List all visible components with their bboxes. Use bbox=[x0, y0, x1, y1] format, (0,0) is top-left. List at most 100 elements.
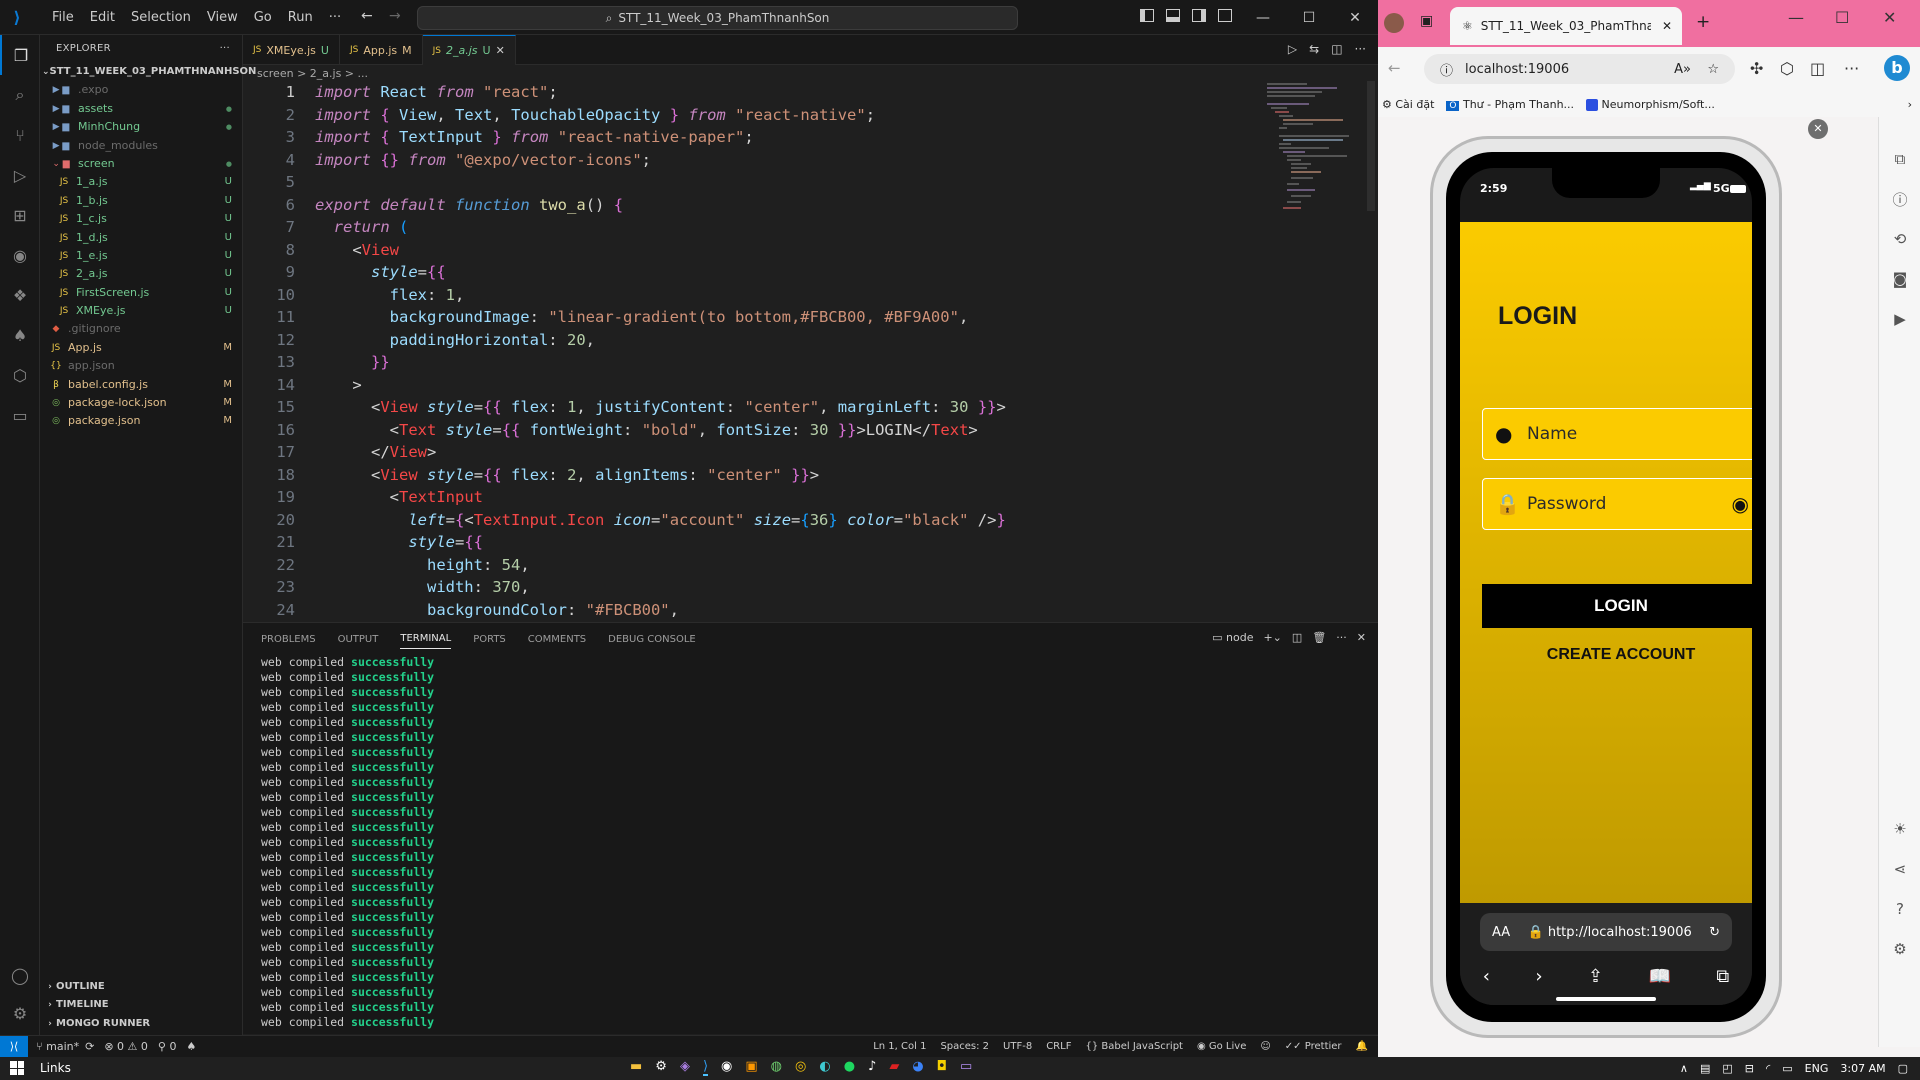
split-terminal-icon[interactable]: ◫ bbox=[1292, 631, 1302, 644]
reader-aa-button[interactable]: AA bbox=[1492, 925, 1510, 940]
run-file-icon[interactable]: ▷ bbox=[1288, 42, 1297, 56]
search-view-icon[interactable]: ⌕ bbox=[0, 75, 40, 115]
read-aloud-icon[interactable]: A» bbox=[1674, 62, 1691, 77]
editor-more-icon[interactable]: ··· bbox=[1355, 42, 1366, 56]
brightness-icon[interactable]: ☀ bbox=[1879, 809, 1920, 849]
battery-tray-icon[interactable]: ▭ bbox=[1782, 1062, 1792, 1075]
go-live[interactable]: ◉ Go Live bbox=[1197, 1041, 1246, 1052]
app-yellow-icon[interactable]: ◘ bbox=[937, 1059, 947, 1076]
close-panel-icon[interactable]: ✕ bbox=[1357, 631, 1366, 644]
section-timeline[interactable]: › TIMELINE bbox=[40, 996, 243, 1014]
copilot-bing-icon[interactable]: b bbox=[1884, 55, 1910, 81]
new-tab-icon[interactable]: + bbox=[1696, 12, 1710, 32]
wifi-icon[interactable]: ◜ bbox=[1766, 1062, 1770, 1075]
clock[interactable]: 3:07 AM bbox=[1840, 1062, 1885, 1075]
safari-forward-icon[interactable]: › bbox=[1535, 966, 1542, 987]
terminal-shell-selector[interactable]: ▭ node bbox=[1212, 631, 1253, 644]
favorites-overflow-icon[interactable]: › bbox=[1908, 98, 1912, 111]
name-input[interactable]: ● Name bbox=[1482, 408, 1752, 460]
safari-back-icon[interactable]: ‹ bbox=[1483, 966, 1490, 987]
tab-output[interactable]: OUTPUT bbox=[338, 634, 379, 645]
close-tab-icon[interactable]: ✕ bbox=[496, 44, 505, 57]
windows-start-icon[interactable] bbox=[10, 1061, 24, 1075]
folder-item[interactable]: ▶ ▆ node_modules bbox=[40, 137, 242, 155]
tray-chevron-icon[interactable]: ∧ bbox=[1680, 1062, 1688, 1075]
minimap[interactable] bbox=[1265, 81, 1365, 241]
fav-settings[interactable]: ⚙ Cài đặt bbox=[1382, 98, 1434, 111]
file-item[interactable]: JS FirstScreen.js U bbox=[40, 284, 242, 302]
menu-selection[interactable]: Selection bbox=[123, 0, 199, 35]
file-item[interactable]: JS 1_d.js U bbox=[40, 229, 242, 247]
browser-close-button[interactable]: ✕ bbox=[1883, 8, 1896, 27]
github-icon[interactable]: ◉ bbox=[0, 235, 40, 275]
nav-back-icon[interactable]: ← bbox=[361, 8, 373, 24]
close-button[interactable]: ✕ bbox=[1332, 0, 1378, 35]
file-item[interactable]: JS XMEye.js U bbox=[40, 302, 242, 320]
source-control-icon[interactable]: ⑂ bbox=[0, 115, 40, 155]
menu-run[interactable]: Run bbox=[280, 0, 321, 35]
toggle-panel-icon[interactable] bbox=[1166, 9, 1180, 22]
reload-icon[interactable]: ↻ bbox=[1709, 925, 1720, 940]
file-item[interactable]: ◎ package-lock.json M bbox=[40, 394, 242, 412]
settings-app-icon[interactable]: ⚙ bbox=[655, 1059, 667, 1076]
workspace-root[interactable]: ⌄ STT_11_WEEK_03_PHAMTHNANHSON bbox=[40, 63, 256, 81]
folder-item[interactable]: ▶ ▆ assets ● bbox=[40, 100, 242, 118]
back-arrow-icon[interactable]: ← bbox=[1388, 59, 1401, 77]
settings-more-icon[interactable]: ··· bbox=[1844, 59, 1859, 78]
chrome-icon[interactable]: ◎ bbox=[795, 1059, 806, 1076]
copilot-icon[interactable]: ☺ bbox=[1260, 1041, 1270, 1052]
password-input[interactable]: 🔒 Password ◉ bbox=[1482, 478, 1752, 530]
safari-address-bar[interactable]: AA 🔒 http://localhost:19006 ↻ bbox=[1480, 913, 1732, 951]
input-language[interactable]: ENG bbox=[1805, 1062, 1829, 1075]
address-bar[interactable]: ⓘ localhost:19006 A» ☆ bbox=[1424, 54, 1735, 84]
section-mongo-runner[interactable]: › MONGO RUNNER bbox=[40, 1015, 243, 1033]
split-editor-icon[interactable]: ◫ bbox=[1331, 42, 1342, 56]
new-terminal-icon[interactable]: +⌄ bbox=[1263, 631, 1281, 644]
file-explorer-icon[interactable]: ▬ bbox=[630, 1059, 642, 1076]
menu-edit[interactable]: Edit bbox=[82, 0, 123, 35]
menu-view[interactable]: View bbox=[199, 0, 246, 35]
visual-studio-icon[interactable]: ◈ bbox=[680, 1059, 690, 1076]
manage-gear-icon[interactable]: ⚙ bbox=[0, 993, 40, 1033]
explorer-icon[interactable]: ❐ bbox=[0, 35, 40, 75]
notification-center-icon[interactable]: ▢ bbox=[1898, 1062, 1908, 1075]
sync-icon[interactable]: ⟳ bbox=[85, 1040, 94, 1053]
tab-problems[interactable]: PROBLEMS bbox=[261, 634, 316, 645]
links-toolbar[interactable]: Links bbox=[40, 1061, 71, 1075]
panel-more-icon[interactable]: ··· bbox=[1336, 631, 1347, 644]
spotify-icon[interactable]: ● bbox=[844, 1059, 855, 1076]
file-item[interactable]: JS App.js M bbox=[40, 339, 242, 357]
tab-2a[interactable]: JS 2_a.js U ✕ bbox=[422, 35, 516, 65]
language-mode[interactable]: {} Babel JavaScript bbox=[1085, 1041, 1183, 1052]
problems-item[interactable]: ⊗ 0 ⚠ 0 bbox=[104, 1040, 148, 1053]
close-tab-icon[interactable]: ✕ bbox=[1662, 19, 1672, 33]
minimize-button[interactable]: — bbox=[1240, 0, 1286, 35]
toggle-secondary-sidebar-icon[interactable] bbox=[1192, 9, 1206, 22]
profile-avatar[interactable] bbox=[1384, 13, 1404, 33]
browser-tab-active[interactable]: ⚛ STT_11_Week_03_PhamThnanhS ✕ bbox=[1450, 7, 1682, 45]
tray-usb-icon[interactable]: ⊟ bbox=[1745, 1062, 1754, 1075]
menu-go[interactable]: Go bbox=[246, 0, 280, 35]
eye-icon[interactable]: ◉ bbox=[1732, 492, 1749, 516]
vscode-app-icon[interactable]: ⟩ bbox=[702, 1059, 709, 1076]
browser-minimize-button[interactable]: — bbox=[1788, 8, 1804, 27]
branch-item[interactable]: ⑂ main* bbox=[36, 1040, 79, 1053]
menu-file[interactable]: File bbox=[44, 0, 82, 35]
nav-forward-icon[interactable]: → bbox=[389, 8, 401, 24]
tab-app[interactable]: JS App.js M bbox=[340, 35, 423, 65]
notifications-bell-icon[interactable]: 🔔 bbox=[1356, 1041, 1368, 1052]
customize-layout-icon[interactable] bbox=[1218, 9, 1232, 22]
new-badge-icon[interactable]: ⧉ bbox=[1879, 139, 1920, 179]
terminal-output[interactable]: web compiled successfully web compiled su… bbox=[243, 655, 1378, 1030]
tab-terminal[interactable]: TERMINAL bbox=[400, 629, 452, 649]
file-item[interactable]: β babel.config.js M bbox=[40, 376, 242, 394]
file-item[interactable]: {} app.json bbox=[40, 357, 242, 375]
folder-item[interactable]: ▶ ▆ MinhChung ● bbox=[40, 118, 242, 136]
accounts-icon[interactable]: ◯ bbox=[0, 955, 40, 995]
encoding[interactable]: UTF-8 bbox=[1003, 1041, 1032, 1052]
file-item[interactable]: ◎ package.json M bbox=[40, 412, 242, 430]
create-account-link[interactable]: CREATE ACCOUNT bbox=[1482, 646, 1752, 664]
video-icon[interactable]: ▶ bbox=[1879, 299, 1920, 339]
app-icon[interactable]: ◉ bbox=[721, 1059, 732, 1076]
code-editor[interactable]: 1 import React from "react"; 2 import { Vi… bbox=[243, 81, 1378, 621]
